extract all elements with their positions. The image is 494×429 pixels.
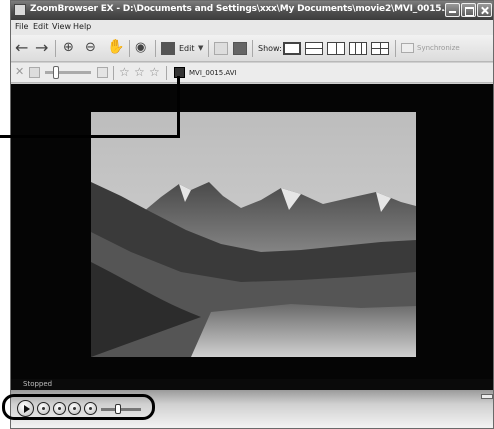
toolbar-separator xyxy=(155,40,156,57)
layout-split-horizontal-button[interactable] xyxy=(305,42,323,55)
rewind-button[interactable] xyxy=(53,402,66,415)
toolbar-separator xyxy=(129,40,130,57)
maximize-button[interactable] xyxy=(461,3,476,17)
menu-file[interactable]: File xyxy=(15,22,28,31)
back-arrow-icon[interactable]: ← xyxy=(15,40,28,56)
status-text: Stopped xyxy=(23,380,53,388)
star-icon[interactable]: ☆ xyxy=(149,66,160,78)
previous-frame-button[interactable] xyxy=(37,402,50,415)
main-toolbar: ← → ⊕ ⊖ ✋ ◉ Edit ▼ Show: Synchronize xyxy=(11,35,493,62)
info-icon[interactable] xyxy=(97,67,108,78)
layout-four-grid-button[interactable] xyxy=(371,42,389,55)
info-toolbar: ✕ ☆ ☆ ☆ MVI_0015.AVI xyxy=(11,63,493,83)
delete-icon[interactable]: ✕ xyxy=(15,66,24,77)
toolbar-separator xyxy=(208,40,209,57)
camera-icon[interactable]: ◉ xyxy=(135,41,146,54)
zoom-in-icon[interactable]: ⊕ xyxy=(63,41,74,54)
minimize-button[interactable] xyxy=(445,3,460,17)
synchronize-button[interactable]: Synchronize xyxy=(417,44,460,52)
next-frame-button[interactable] xyxy=(84,402,97,415)
slider-handle[interactable] xyxy=(53,66,59,79)
toolbar-separator xyxy=(252,40,253,57)
zoom-out-icon[interactable]: ⊖ xyxy=(85,41,96,54)
fast-forward-button[interactable] xyxy=(68,402,81,415)
toolbar-separator xyxy=(55,40,56,57)
app-icon xyxy=(14,4,26,16)
star-icon[interactable]: ☆ xyxy=(119,66,130,78)
edit-menu-button[interactable]: Edit xyxy=(179,44,195,53)
slider-track[interactable] xyxy=(45,71,91,74)
close-button[interactable] xyxy=(477,3,492,17)
file-name-label: MVI_0015.AVI xyxy=(189,69,237,77)
menu-edit[interactable]: Edit xyxy=(33,22,49,31)
layout-single-button[interactable] xyxy=(283,42,301,55)
hand-icon[interactable]: ✋ xyxy=(107,40,124,54)
app-window: ZoomBrowser EX - D:\Documents and Settin… xyxy=(10,0,494,429)
menu-help[interactable]: Help xyxy=(73,22,91,31)
viewer-area xyxy=(11,84,493,379)
player-menu-button[interactable] xyxy=(481,394,493,399)
movie-file-icon xyxy=(174,67,185,78)
toolbar-separator xyxy=(166,66,167,80)
window-title: ZoomBrowser EX - D:\Documents and Settin… xyxy=(30,4,461,14)
play-button[interactable] xyxy=(17,400,34,417)
properties-icon[interactable] xyxy=(29,67,40,78)
status-bar: Stopped xyxy=(11,379,493,390)
title-bar: ZoomBrowser EX - D:\Documents and Settin… xyxy=(11,1,493,20)
movie-frame-image xyxy=(91,112,416,357)
layout-three-column-button[interactable] xyxy=(349,42,367,55)
chevron-down-icon[interactable]: ▼ xyxy=(198,45,203,52)
volume-slider-handle[interactable] xyxy=(115,404,121,414)
forward-arrow-icon[interactable]: → xyxy=(35,40,48,56)
grid-icon[interactable] xyxy=(214,42,228,55)
synchronize-icon[interactable] xyxy=(401,43,414,53)
compare-icon[interactable] xyxy=(233,42,247,55)
menu-bar: File Edit View Help xyxy=(11,20,493,35)
volume-slider[interactable] xyxy=(101,408,141,411)
movie-player-bar xyxy=(11,390,493,428)
layout-split-vertical-button[interactable] xyxy=(327,42,345,55)
mountain-landscape-image xyxy=(91,112,416,357)
edit-icon[interactable] xyxy=(161,42,175,55)
toolbar-separator xyxy=(395,40,396,57)
show-label: Show: xyxy=(258,44,282,53)
toolbar-separator xyxy=(113,66,114,80)
star-icon[interactable]: ☆ xyxy=(134,66,145,78)
menu-view[interactable]: View xyxy=(52,22,71,31)
